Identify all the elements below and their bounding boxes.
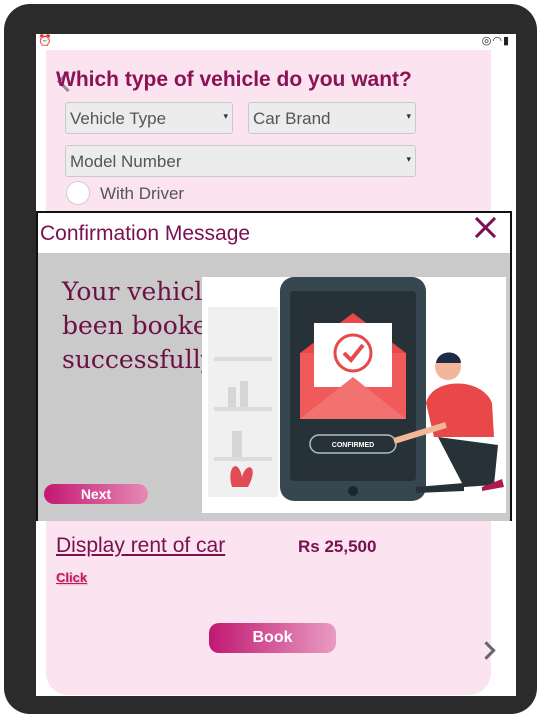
close-icon[interactable] <box>474 215 498 239</box>
dropdown-caret-icon: ▾ <box>406 154 411 164</box>
nfc-icon: ◎ <box>481 35 493 47</box>
next-button[interactable]: Next <box>44 484 148 504</box>
status-icons: ◎◠▮ <box>482 34 510 47</box>
tablet-frame: ⏰ ◎◠▮ Which type of vehicle do you want?… <box>4 4 537 714</box>
wifi-icon: ◠ <box>492 35 503 47</box>
vehicle-type-value: Vehicle Type <box>70 109 167 128</box>
car-brand-select[interactable]: Car Brand ▾ <box>248 102 416 134</box>
dropdown-caret-icon: ▾ <box>223 111 228 121</box>
booking-confirmed-illustration: CONFIRMED <box>202 277 506 513</box>
screen: ⏰ ◎◠▮ Which type of vehicle do you want?… <box>36 34 516 696</box>
dropdown-caret-icon: ▾ <box>406 111 411 121</box>
model-number-value: Model Number <box>70 152 182 171</box>
with-driver-radio[interactable] <box>66 181 90 205</box>
modal-body: Your vehicle has been booked successfull… <box>38 253 510 521</box>
car-brand-value: Car Brand <box>253 109 331 128</box>
alarm-icon: ⏰ <box>38 35 52 47</box>
confirmation-modal: Confirmation Message Your vehicle has be… <box>36 211 512 521</box>
modal-header: Confirmation Message <box>38 213 504 253</box>
with-driver-label: With Driver <box>100 184 185 203</box>
vehicle-type-select[interactable]: Vehicle Type ▾ <box>65 102 233 134</box>
vehicle-question: Which type of vehicle do you want? <box>56 68 412 91</box>
battery-icon: ▮ <box>502 35 510 47</box>
modal-title: Confirmation Message <box>40 222 251 245</box>
click-link[interactable]: Click <box>56 570 87 585</box>
model-number-select[interactable]: Model Number ▾ <box>65 145 416 177</box>
status-bar: ⏰ ◎◠▮ <box>36 34 516 50</box>
book-button[interactable]: Book <box>209 623 336 653</box>
confirmed-label: CONFIRMED <box>332 442 374 449</box>
display-rent-link[interactable]: Display rent of car <box>56 534 225 558</box>
rent-price: Rs 25,500 <box>298 537 377 556</box>
